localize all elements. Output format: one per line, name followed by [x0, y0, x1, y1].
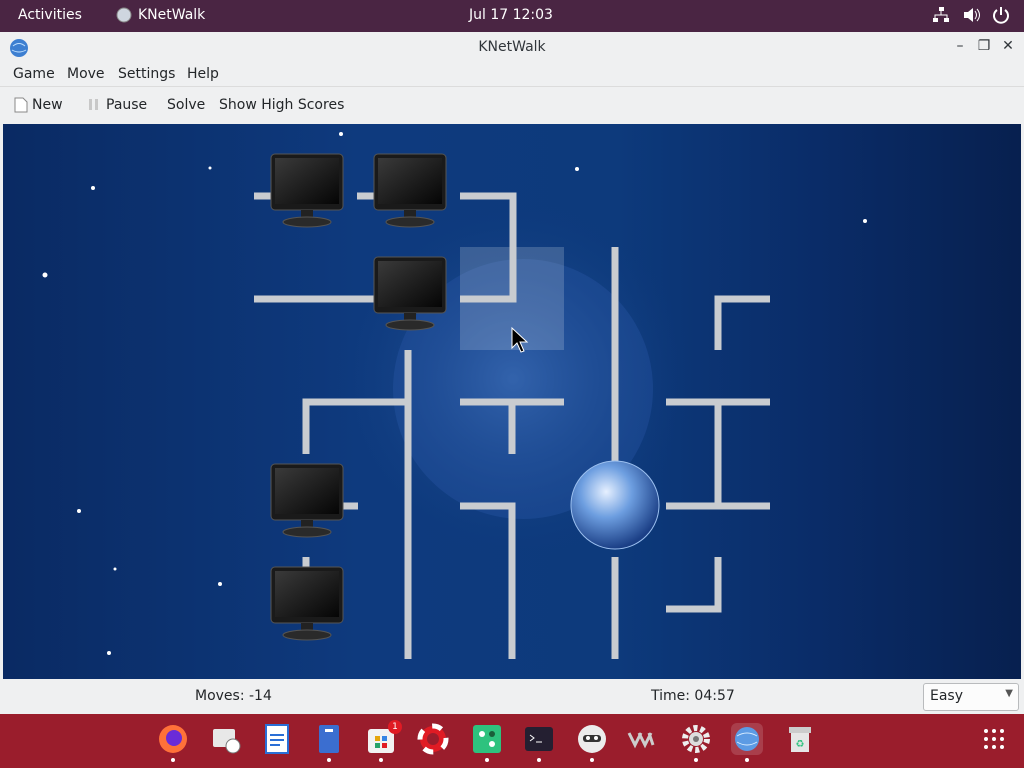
pause-button[interactable]: Pause	[86, 97, 147, 113]
board-canvas[interactable]	[3, 124, 1021, 679]
pause-label: Pause	[106, 97, 148, 113]
running-indicator	[485, 758, 489, 762]
running-indicator	[379, 758, 383, 762]
title-bar[interactable]: KNetWalk – ❐ ✕	[0, 32, 1024, 62]
robot-icon[interactable]	[576, 723, 608, 755]
app-name-label: KNetWalk	[138, 7, 206, 23]
mail-clock-icon[interactable]	[210, 723, 242, 755]
high-scores-label: Show High Scores	[219, 97, 345, 113]
pause-icon	[89, 99, 98, 110]
svg-text:♻: ♻	[796, 739, 805, 750]
volume-icon[interactable]	[962, 6, 980, 24]
running-indicator	[537, 758, 541, 762]
help-lifebuoy-icon[interactable]	[417, 723, 449, 755]
terminal-icon[interactable]	[523, 723, 555, 755]
status-bar: Moves: -14 Time: 04:57 Easy ▼	[0, 680, 1024, 714]
computer-node[interactable]	[270, 463, 344, 538]
new-label: New	[32, 97, 63, 113]
dock: 1 ♻	[0, 714, 1024, 768]
system-tray[interactable]	[932, 6, 1010, 24]
toolbar: New Pause Solve Show High Scores	[0, 86, 1024, 123]
chevron-down-icon: ▼	[1005, 688, 1013, 699]
maximize-icon[interactable]: ❐	[976, 36, 992, 56]
computer-node[interactable]	[270, 153, 344, 228]
new-document-icon	[14, 97, 28, 113]
moves-counter: Moves: -14	[195, 688, 272, 704]
minimize-icon[interactable]: –	[952, 36, 968, 56]
settings-gear-icon[interactable]	[680, 723, 712, 755]
menu-settings[interactable]: Settings	[118, 66, 175, 82]
menu-game[interactable]: Game	[13, 66, 55, 82]
new-button[interactable]: New	[14, 97, 63, 113]
difficulty-value: Easy	[930, 688, 964, 704]
knetwalk-app-icon	[116, 7, 132, 23]
game-icon[interactable]	[471, 723, 503, 755]
clock[interactable]: Jul 17 12:03	[469, 7, 553, 23]
computer-node[interactable]	[373, 153, 447, 228]
solve-button[interactable]: Solve	[167, 97, 205, 113]
close-icon[interactable]: ✕	[1000, 36, 1016, 56]
running-indicator	[171, 758, 175, 762]
app-grid-icon[interactable]	[978, 723, 1010, 755]
solve-label: Solve	[167, 97, 206, 113]
time-counter: Time: 04:57	[651, 688, 735, 704]
running-indicator	[694, 758, 698, 762]
menu-move[interactable]: Move	[67, 66, 105, 82]
computer-node[interactable]	[270, 566, 344, 641]
menu-bar: Game Move Settings Help	[0, 62, 1024, 86]
knetwalk-window: KNetWalk – ❐ ✕ Game Move Settings Help N…	[0, 32, 1024, 714]
difficulty-select[interactable]: Easy ▼	[923, 683, 1019, 711]
vm-icon[interactable]	[627, 723, 659, 755]
running-indicator	[327, 758, 331, 762]
network-icon[interactable]	[932, 6, 950, 24]
notification-badge: 1	[388, 720, 402, 734]
menu-help[interactable]: Help	[187, 66, 219, 82]
writer-icon[interactable]	[261, 723, 293, 755]
knetwalk-icon[interactable]	[731, 723, 763, 755]
file-manager-icon[interactable]	[313, 723, 345, 755]
firefox-icon[interactable]	[157, 723, 189, 755]
game-board[interactable]	[3, 124, 1021, 679]
activities-button[interactable]: Activities	[18, 7, 82, 23]
running-indicator	[745, 758, 749, 762]
trash-icon[interactable]: ♻	[784, 723, 816, 755]
running-indicator	[590, 758, 594, 762]
top-bar: Activities KNetWalk Jul 17 12:03	[0, 0, 1024, 32]
server-globe[interactable]	[570, 460, 660, 550]
high-scores-button[interactable]: Show High Scores	[219, 97, 344, 113]
power-icon[interactable]	[992, 6, 1010, 24]
app-menu[interactable]: KNetWalk	[116, 7, 205, 23]
window-title: KNetWalk	[478, 39, 546, 55]
